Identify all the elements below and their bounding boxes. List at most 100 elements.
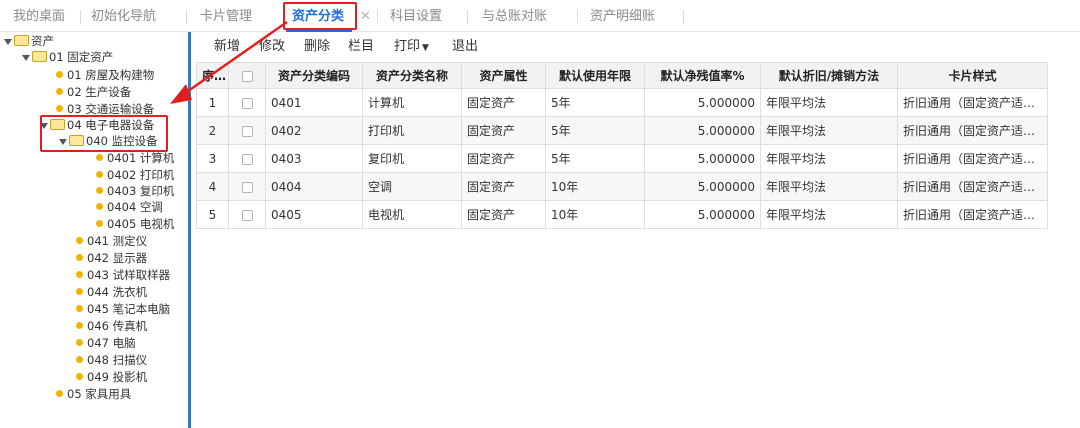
row-residual-rate: 5.000000 [644,200,761,229]
tab-card-management[interactable]: 卡片管理 [200,0,252,32]
tree-node-048[interactable]: 048 扫描仪 [76,352,147,368]
edit-button[interactable]: 修改 [259,36,285,58]
table-row[interactable]: 2 0402 打印机 固定资产 5年 5.000000 年限平均法 折旧通用（固… [196,116,1048,145]
chevron-down-icon: ▼ [422,43,429,53]
folder-icon [14,35,29,46]
tree-node-production[interactable]: 02 生产设备 [56,84,131,100]
tab-separator [683,10,684,24]
row-select[interactable] [228,172,266,201]
col-header-depreciation-method[interactable]: 默认折旧/摊销方法 [760,62,898,89]
row-years: 5年 [545,144,645,173]
row-attribute: 固定资产 [461,200,546,229]
tab-asset-detail[interactable]: 资产明细账 [590,0,655,32]
row-attribute: 固定资产 [461,144,546,173]
leaf-icon [96,187,103,194]
row-years: 10年 [545,200,645,229]
row-name: 计算机 [362,88,462,117]
tab-ledger-reconcile[interactable]: 与总账对账 [482,0,547,32]
row-select[interactable] [228,144,266,173]
row-index: 2 [196,116,229,145]
row-code: 0403 [265,144,363,173]
tree-node-041[interactable]: 041 测定仪 [76,233,147,249]
table-row[interactable]: 4 0404 空调 固定资产 10年 5.000000 年限平均法 折旧通用（固… [196,172,1048,201]
tree-node-0402[interactable]: 0402 打印机 [96,167,174,183]
leaf-icon [76,373,83,380]
tab-init-nav[interactable]: 初始化导航 [91,0,156,32]
tree-node-047[interactable]: 047 电脑 [76,335,136,351]
col-header-name[interactable]: 资产分类名称 [362,62,462,89]
highlight-box [40,115,168,152]
col-header-card-style[interactable]: 卡片样式 [897,62,1048,89]
tree-node-0403[interactable]: 0403 复印机 [96,183,174,199]
col-header-index[interactable]: 序号 [196,62,229,89]
col-header-years[interactable]: 默认使用年限 [545,62,645,89]
expand-icon[interactable] [4,38,12,45]
col-header-code[interactable]: 资产分类编码 [265,62,363,89]
panel-divider[interactable] [188,32,191,428]
tree-node-042[interactable]: 042 显示器 [76,250,147,266]
leaf-icon [76,356,83,363]
leaf-icon [76,271,83,278]
tree-node-043[interactable]: 043 试样取样器 [76,267,170,283]
highlight-box [283,2,357,30]
tree-node-furniture[interactable]: 05 家具用具 [56,386,131,402]
leaf-icon [96,220,103,227]
tree-node-049[interactable]: 049 投影机 [76,369,147,385]
tab-separator [467,10,468,24]
row-name: 打印机 [362,116,462,145]
folder-icon [32,51,47,62]
row-checkbox[interactable] [241,209,253,221]
delete-button[interactable]: 删除 [304,36,330,58]
tab-desktop[interactable]: 我的桌面 [13,0,65,32]
row-depreciation-method: 年限平均法 [760,116,898,145]
row-checkbox[interactable] [241,181,253,193]
leaf-icon [76,305,83,312]
exit-button[interactable]: 退出 [452,36,478,58]
tree-node-root[interactable]: 资产 [4,33,54,49]
tree-node-fixed-assets[interactable]: 01 固定资产 [22,49,113,65]
tree-node-0405[interactable]: 0405 电视机 [96,216,174,232]
row-index: 5 [196,200,229,229]
leaf-icon [96,203,103,210]
table-row[interactable]: 1 0401 计算机 固定资产 5年 5.000000 年限平均法 折旧通用（固… [196,88,1048,117]
tree-node-046[interactable]: 046 传真机 [76,318,147,334]
row-residual-rate: 5.000000 [644,88,761,117]
tree-node-044[interactable]: 044 洗衣机 [76,284,147,300]
row-years: 5年 [545,116,645,145]
col-header-attribute[interactable]: 资产属性 [461,62,546,89]
table-row[interactable]: 3 0403 复印机 固定资产 5年 5.000000 年限平均法 折旧通用（固… [196,144,1048,173]
row-checkbox[interactable] [241,125,253,137]
leaf-icon [56,88,63,95]
col-header-select[interactable] [228,62,266,89]
asset-category-table: 序号 资产分类编码 资产分类名称 资产属性 默认使用年限 默认净残值率% 默认折… [196,62,1048,229]
tab-separator [186,10,187,24]
leaf-icon [76,237,83,244]
row-checkbox[interactable] [241,97,253,109]
expand-icon[interactable] [22,54,30,61]
row-card-style: 折旧通用（固定资产适… [897,116,1048,145]
leaf-icon [76,288,83,295]
row-select[interactable] [228,116,266,145]
tree-node-0404[interactable]: 0404 空调 [96,199,163,215]
select-all-checkbox[interactable] [241,70,253,82]
leaf-icon [96,171,103,178]
row-name: 复印机 [362,144,462,173]
row-residual-rate: 5.000000 [644,172,761,201]
print-button[interactable]: 打印 ▼ [394,36,429,59]
table-row[interactable]: 5 0405 电视机 固定资产 10年 5.000000 年限平均法 折旧通用（… [196,200,1048,229]
row-index: 3 [196,144,229,173]
add-button[interactable]: 新增 [214,36,240,58]
tree-node-buildings[interactable]: 01 房屋及构建物 [56,67,154,83]
row-attribute: 固定资产 [461,116,546,145]
tree-node-045[interactable]: 045 笔记本电脑 [76,301,170,317]
tab-account-settings[interactable]: 科目设置 [390,0,442,32]
leaf-icon [76,254,83,261]
row-select[interactable] [228,200,266,229]
tree-node-0401[interactable]: 0401 计算机 [96,150,174,166]
row-name: 空调 [362,172,462,201]
col-header-residual-rate[interactable]: 默认净残值率% [644,62,761,89]
close-icon[interactable]: ✕ [360,9,371,24]
row-checkbox[interactable] [241,153,253,165]
columns-button[interactable]: 栏目 [348,36,374,58]
row-select[interactable] [228,88,266,117]
